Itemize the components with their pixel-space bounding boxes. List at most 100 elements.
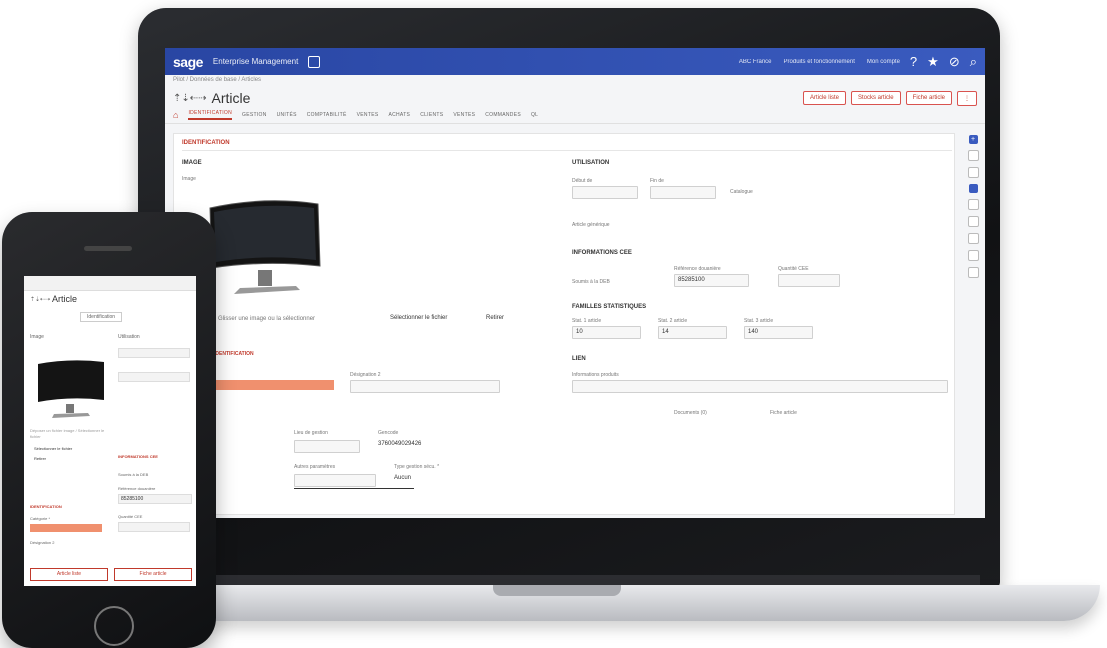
gencode-label: Gencode	[378, 430, 399, 436]
phone-article-list-button[interactable]: Article liste	[30, 568, 108, 581]
tab-gestion[interactable]: Gestion	[242, 112, 267, 118]
phone-screen: ⇡⇣⇠⇢ Article Identification Image Utilis…	[24, 276, 196, 586]
copy-icon[interactable]	[967, 150, 979, 161]
identification-subtitle: IDENTIFICATION	[214, 351, 254, 357]
phone-fiche-article-button[interactable]: Fiche article	[114, 568, 192, 581]
fiche-article-button[interactable]: Fiche article	[905, 91, 952, 105]
tab-unites[interactable]: Unités	[277, 112, 297, 118]
gencode-value[interactable]: 3760049029426	[378, 441, 421, 447]
documents-link[interactable]: Documents (0)	[674, 410, 707, 416]
attach-icon[interactable]	[967, 216, 979, 227]
record-nav-arrows[interactable]: ⇡⇣⇠⇢	[173, 93, 207, 104]
image-label: Image	[182, 176, 196, 182]
informations-title: INFORMATIONS CEE	[572, 250, 632, 256]
phone-home-button[interactable]	[94, 606, 134, 646]
laptop-notch	[493, 585, 621, 596]
tab-identification[interactable]: Identification	[188, 110, 232, 120]
delete-icon[interactable]	[967, 199, 979, 210]
folder-selector[interactable]: Produits et fonctionnement	[784, 59, 855, 65]
company-selector[interactable]: ABC France	[739, 59, 772, 65]
designation-field[interactable]	[350, 380, 500, 393]
qty-cee-label: Quantité CEE	[778, 266, 809, 272]
tab-comptabilite[interactable]: Comptabilité	[307, 112, 347, 118]
end-date-label: Fin de	[650, 178, 664, 184]
phone-tab-select[interactable]: Identification	[80, 312, 123, 322]
fiche-article-link[interactable]: Fiche article	[770, 410, 797, 416]
phone-select-file[interactable]: Sélectionner le fichier	[34, 446, 72, 451]
laptop-base	[170, 585, 1100, 621]
add-icon[interactable]: +	[968, 135, 978, 144]
deb-checkbox[interactable]: Soumis à la DEB	[572, 279, 610, 285]
infos-produits-label: Informations produits	[572, 372, 619, 378]
phone-remove[interactable]: Retirer	[34, 456, 46, 461]
app-topbar: sage Enterprise Management ABC France Pr…	[165, 48, 985, 75]
phone-ref-field[interactable]: 85285100	[118, 494, 192, 504]
stat3-label: Stat. 3 article	[744, 318, 774, 324]
end-date-field[interactable]	[650, 186, 716, 199]
phone-record-arrows[interactable]: ⇡⇣⇠⇢	[30, 296, 50, 303]
save-icon[interactable]	[968, 184, 978, 193]
designation-label: Désignation 2	[350, 372, 381, 378]
search-icon[interactable]: ⌕	[970, 54, 977, 70]
infos-produits-field[interactable]	[572, 380, 948, 393]
phone-end-field[interactable]	[118, 372, 190, 382]
stat2-field[interactable]: 14	[658, 326, 727, 339]
upload-hint: Glisser une image ou la sélectionner	[218, 316, 316, 322]
phone-upload-hint: Déposer un fichier image / Sélectionner …	[30, 428, 105, 439]
article-list-button[interactable]: Article liste	[802, 91, 846, 105]
stat1-field[interactable]: 10	[572, 326, 641, 339]
stat3-field[interactable]: 140	[744, 326, 813, 339]
catalogue-checkbox[interactable]: Catalogue	[730, 189, 753, 195]
tab-ventes[interactable]: Ventes	[357, 112, 379, 118]
phone-image-label: Image	[30, 334, 44, 340]
account-menu[interactable]: Mon compte	[867, 59, 900, 65]
lien-title: LIEN	[572, 356, 586, 362]
breadcrumb[interactable]: Pilot / Données de base / Articles	[165, 75, 985, 89]
home-icon[interactable]: ⌂	[173, 110, 178, 120]
qty-cee-field[interactable]	[778, 274, 840, 287]
stock-article-button[interactable]: Stocks article	[850, 91, 901, 105]
autres-field[interactable]	[294, 474, 376, 487]
cycle-label: Type gestion sécu. *	[394, 464, 440, 470]
start-date-field[interactable]	[572, 186, 638, 199]
start-date-label: Début de	[572, 178, 593, 184]
sage-logo[interactable]: sage	[173, 54, 203, 70]
phone-utilisation-label: Utilisation	[118, 334, 140, 340]
phone-deb-checkbox[interactable]: Soumis à la DEB	[118, 472, 148, 477]
phone-cat-label: Catégorie *	[30, 516, 51, 521]
phone-monitor-image	[38, 360, 104, 418]
phone-cat-field[interactable]	[30, 524, 102, 532]
monitor-image	[209, 200, 321, 294]
tab-bar: ⌂ Identification Gestion Unités Comptabi…	[165, 107, 985, 124]
select-file-link[interactable]: Sélectionner le fichier	[390, 315, 447, 321]
ref-douaniere-field[interactable]: 85285100	[674, 274, 749, 287]
tab-commandes[interactable]: Commandes	[485, 112, 521, 118]
lieu-label: Lieu de gestion	[294, 430, 328, 436]
tab-ventes-2[interactable]: Ventes	[453, 112, 475, 118]
phone-info-title: INFORMATIONS CEE	[118, 454, 158, 459]
app-name: Enterprise Management	[212, 57, 299, 66]
more-actions-button[interactable]: ⋮	[957, 90, 977, 106]
favorites-icon[interactable]: ★	[927, 54, 939, 70]
help-icon[interactable]: ?	[910, 54, 917, 69]
title-bar: ⇡⇣⇠⇢ Article Article liste Stocks articl…	[165, 89, 985, 107]
phone-qty-label: Quantité CEE	[118, 514, 143, 519]
pen-icon[interactable]	[967, 250, 979, 261]
tab-ql[interactable]: QL	[531, 112, 538, 118]
phone-page-title: Article	[52, 294, 78, 304]
tab-clients[interactable]: Clients	[420, 112, 443, 118]
generic-article-checkbox[interactable]: Article générique	[572, 222, 610, 228]
print-icon[interactable]	[967, 233, 979, 244]
remove-image-link[interactable]: Retirer	[486, 315, 504, 321]
compass-icon[interactable]: ⊘	[949, 54, 960, 70]
utilisation-title: UTILISATION	[572, 160, 610, 166]
comment-icon[interactable]	[967, 267, 979, 278]
lieu-field[interactable]	[294, 440, 360, 453]
phone-start-field[interactable]	[118, 348, 190, 358]
autres-label: Autres paramètres	[294, 464, 336, 470]
tab-achats[interactable]: Achats	[388, 112, 410, 118]
edit-icon[interactable]	[967, 167, 979, 178]
calendar-icon[interactable]	[308, 55, 321, 68]
cycle-select[interactable]: Aucun	[394, 475, 411, 481]
phone-qty-field[interactable]	[118, 522, 190, 532]
